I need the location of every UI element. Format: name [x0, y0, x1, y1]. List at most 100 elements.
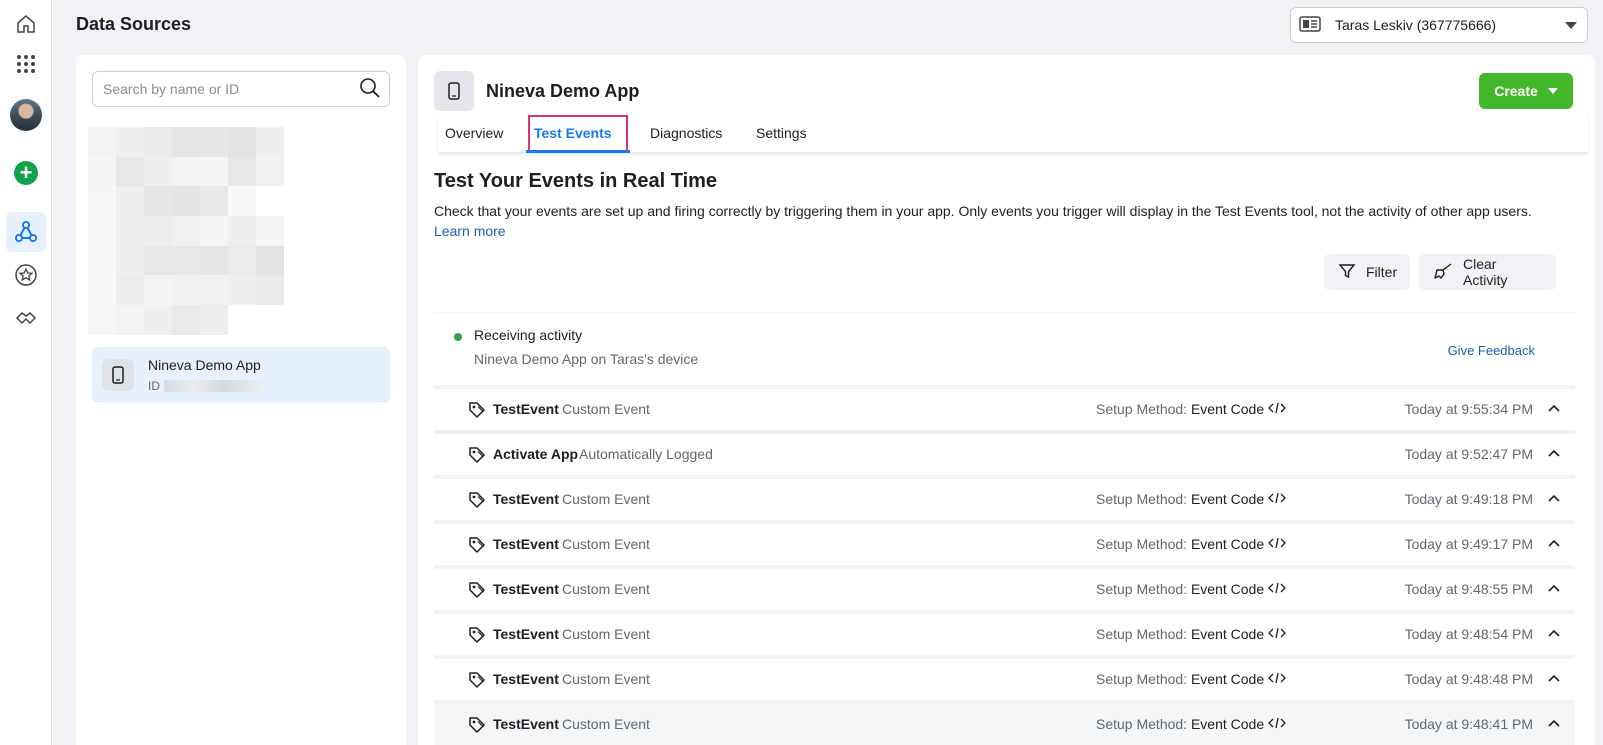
tag-icon — [468, 401, 486, 422]
pixelated-image — [88, 127, 284, 335]
star-icon[interactable] — [6, 255, 46, 295]
event-type: Custom Event — [562, 626, 650, 642]
event-type: Custom Event — [562, 536, 650, 552]
chevron-up-icon[interactable] — [1547, 671, 1561, 687]
setup-method-prefix: Setup Method: — [1096, 581, 1188, 597]
setup-method-value: Event Code — [1190, 536, 1265, 552]
chevron-up-icon[interactable] — [1547, 446, 1561, 462]
event-type: Custom Event — [562, 671, 650, 687]
event-type: Custom Event — [562, 581, 650, 597]
redacted-id — [164, 380, 264, 392]
clear-activity-button[interactable]: Clear Activity — [1419, 254, 1556, 290]
event-row[interactable]: TestEvent Custom Event Setup Method: Event… — [434, 565, 1575, 610]
event-time: Today at 9:48:55 PM — [1404, 581, 1533, 597]
section-title: Test Your Events in Real Time — [434, 170, 718, 192]
status-title: Receiving activity — [474, 327, 583, 343]
setup-method-prefix: Setup Method: — [1096, 716, 1188, 732]
event-time: Today at 9:49:18 PM — [1404, 491, 1533, 507]
search-icon[interactable] — [359, 77, 381, 102]
event-row[interactable]: TestEvent Custom Event Setup Method: Event… — [434, 700, 1575, 745]
tag-icon — [468, 671, 486, 692]
add-icon[interactable]: + — [6, 153, 46, 193]
setup-method-value: Event Code — [1190, 491, 1265, 507]
filter-button[interactable]: Filter — [1324, 254, 1410, 290]
event-time: Today at 9:49:17 PM — [1404, 536, 1533, 552]
event-row[interactable]: TestEvent Custom Event Setup Method: Event… — [434, 475, 1575, 520]
event-time: Today at 9:48:41 PM — [1404, 716, 1533, 732]
event-time: Today at 9:52:47 PM — [1404, 446, 1533, 462]
description-text: Check that your events are set up and fi… — [434, 203, 1532, 219]
tag-icon — [468, 581, 486, 602]
event-row[interactable]: TestEvent Custom Event Setup Method: Event… — [434, 385, 1575, 430]
mobile-icon — [434, 71, 474, 111]
chevron-up-icon[interactable] — [1547, 716, 1561, 732]
tab-overview[interactable]: Overview — [445, 125, 503, 141]
app-card-nineva[interactable]: Nineva Demo App ID — [92, 347, 390, 403]
event-type: Automatically Logged — [579, 446, 713, 462]
left-rail: + — [0, 0, 52, 745]
chevron-down-icon — [1547, 88, 1558, 94]
tag-icon — [468, 716, 486, 737]
clear-activity-label: Clear Activity — [1463, 256, 1508, 288]
tag-icon — [468, 491, 486, 512]
event-name: TestEvent — [493, 671, 559, 687]
event-time: Today at 9:48:48 PM — [1404, 671, 1533, 687]
chevron-up-icon[interactable] — [1547, 626, 1561, 642]
search-input[interactable] — [103, 81, 359, 97]
partner-handshake-icon[interactable] — [6, 298, 46, 338]
create-label: Create — [1494, 83, 1538, 99]
event-name: TestEvent — [493, 491, 559, 507]
event-setup-method: Setup Method: Event Code — [1096, 536, 1286, 552]
chevron-up-icon[interactable] — [1547, 401, 1561, 417]
event-name: TestEvent — [493, 581, 559, 597]
give-feedback-link[interactable]: Give Feedback — [1448, 343, 1535, 358]
filter-label: Filter — [1366, 264, 1398, 280]
apps-grid-icon[interactable] — [6, 44, 46, 84]
account-selector[interactable]: Taras Leskiv (367775666) — [1290, 7, 1588, 43]
mobile-icon — [102, 359, 134, 391]
code-icon — [1268, 536, 1286, 552]
chevron-up-icon[interactable] — [1547, 536, 1561, 552]
avatar[interactable] — [6, 95, 46, 135]
event-row[interactable]: TestEvent Custom Event Setup Method: Event… — [434, 520, 1575, 565]
create-button[interactable]: Create — [1479, 73, 1573, 109]
home-icon[interactable] — [6, 4, 46, 44]
event-setup-method: Setup Method: Event Code — [1096, 716, 1286, 732]
setup-method-value: Event Code — [1190, 716, 1265, 732]
event-type: Custom Event — [562, 491, 650, 507]
tab-diagnostics[interactable]: Diagnostics — [650, 125, 722, 141]
code-icon — [1268, 491, 1286, 507]
event-row[interactable]: TestEvent Custom Event Setup Method: Event… — [434, 610, 1575, 655]
learn-more-link[interactable]: Learn more — [434, 223, 506, 239]
setup-method-prefix: Setup Method: — [1096, 671, 1188, 687]
event-row[interactable]: Activate App Automatically Logged Today at… — [434, 430, 1575, 475]
chevron-up-icon[interactable] — [1547, 491, 1561, 507]
setup-method-value: Event Code — [1190, 401, 1265, 417]
event-setup-method: Setup Method: Event Code — [1096, 491, 1286, 507]
setup-method-value: Event Code — [1190, 671, 1265, 687]
page-title: Data Sources — [76, 14, 192, 34]
event-name: TestEvent — [493, 536, 559, 552]
chevron-up-icon[interactable] — [1547, 581, 1561, 597]
event-list: TestEvent Custom Event Setup Method: Event… — [434, 385, 1575, 745]
setup-method-prefix: Setup Method: — [1096, 626, 1188, 642]
status-indicator — [454, 333, 462, 341]
main-panel: Nineva Demo App Create Overview Test Eve… — [418, 55, 1595, 745]
section-description: Check that your events are set up and fi… — [434, 201, 1584, 241]
event-type: Custom Event — [562, 401, 650, 417]
event-setup-method: Setup Method: Event Code — [1096, 401, 1286, 417]
event-row[interactable]: TestEvent Custom Event Setup Method: Event… — [434, 655, 1575, 700]
data-sources-icon[interactable] — [6, 212, 46, 252]
broom-icon — [1433, 262, 1453, 283]
setup-method-prefix: Setup Method: — [1096, 536, 1188, 552]
tag-icon — [468, 626, 486, 647]
tab-test-events[interactable]: Test Events — [534, 125, 612, 141]
event-time: Today at 9:48:54 PM — [1404, 626, 1533, 642]
app-card-name: Nineva Demo App — [148, 357, 261, 373]
account-name: Taras Leskiv (367775666) — [1335, 17, 1497, 33]
event-time: Today at 9:55:34 PM — [1404, 401, 1533, 417]
event-name: Activate App — [493, 446, 579, 462]
tab-settings[interactable]: Settings — [756, 125, 807, 141]
tag-icon — [468, 536, 486, 557]
setup-method-prefix: Setup Method: — [1096, 401, 1188, 417]
